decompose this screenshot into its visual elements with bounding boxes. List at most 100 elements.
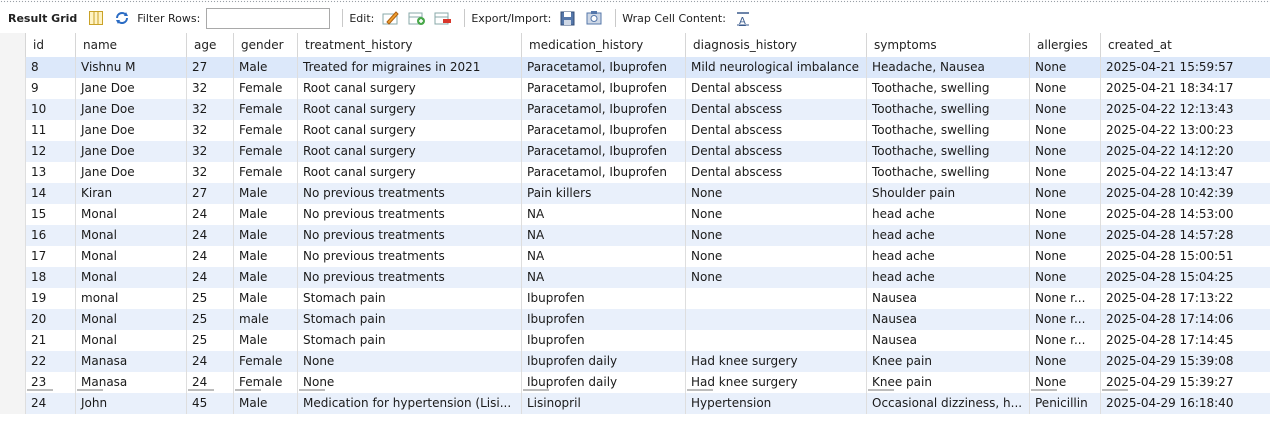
cell-allergies[interactable]: None xyxy=(1029,141,1100,162)
cell-allergies[interactable]: None xyxy=(1029,225,1100,246)
cell-allergies[interactable]: None xyxy=(1029,267,1100,288)
cell-allergies[interactable]: None r... xyxy=(1029,330,1100,351)
cell-created-at[interactable]: 2025-04-28 15:04:25 xyxy=(1100,267,1270,288)
table-row[interactable]: 20 Monal 25 male Stomach pain Ibuprofen Nausea… xyxy=(0,309,1270,330)
cell-medication-history[interactable]: Paracetamol, Ibuprofen xyxy=(521,120,685,141)
cell-id[interactable]: 16 xyxy=(25,225,75,246)
table-row[interactable]: 18 Monal 24 Male No previous treatments NA Non… xyxy=(0,267,1270,288)
table-row[interactable]: 19 monal 25 Male Stomach pain Ibuprofen Nausea… xyxy=(0,288,1270,309)
cell-allergies[interactable]: None xyxy=(1029,99,1100,120)
cell-age[interactable]: 25 xyxy=(186,309,233,330)
cell-created-at[interactable]: 2025-04-22 13:00:23 xyxy=(1100,120,1270,141)
cell-treatment-history[interactable]: Root canal surgery xyxy=(297,162,521,183)
cell-name[interactable]: Jane Doe xyxy=(75,78,186,99)
cell-allergies[interactable]: None xyxy=(1029,351,1100,372)
row-selector[interactable] xyxy=(0,162,26,183)
table-row[interactable]: 15 Monal 24 Male No previous treatments NA Non… xyxy=(0,204,1270,225)
cell-name[interactable]: monal xyxy=(75,288,186,309)
cell-treatment-history[interactable]: No previous treatments xyxy=(297,246,521,267)
cell-medication-history[interactable]: Lisinopril xyxy=(521,393,685,414)
cell-treatment-history[interactable]: Treated for migraines in 2021 xyxy=(297,57,521,78)
cell-age[interactable]: 25 xyxy=(186,288,233,309)
cell-treatment-history[interactable]: Stomach pain xyxy=(297,330,521,351)
cell-age[interactable]: 32 xyxy=(186,99,233,120)
row-selector[interactable] xyxy=(0,330,26,351)
cell-diagnosis-history[interactable]: None xyxy=(685,246,866,267)
table-row[interactable]: 13 Jane Doe 32 Female Root canal surgery Para… xyxy=(0,162,1270,183)
cell-gender[interactable]: Male xyxy=(233,267,297,288)
cell-symptoms[interactable]: Toothache, swelling xyxy=(866,78,1029,99)
column-header-symptoms[interactable]: symptoms xyxy=(866,33,1029,57)
column-header-medication-history[interactable]: medication_history xyxy=(521,33,685,57)
column-header-diagnosis-history[interactable]: diagnosis_history xyxy=(685,33,866,57)
cell-allergies[interactable]: None r... xyxy=(1029,288,1100,309)
cell-treatment-history[interactable]: No previous treatments xyxy=(297,267,521,288)
cell-age[interactable]: 24 xyxy=(186,225,233,246)
cell-symptoms[interactable]: Nausea xyxy=(866,288,1029,309)
cell-medication-history[interactable]: Paracetamol, Ibuprofen xyxy=(521,162,685,183)
cell-medication-history[interactable]: NA xyxy=(521,204,685,225)
cell-medication-history[interactable]: Ibuprofen xyxy=(521,330,685,351)
cell-created-at[interactable]: 2025-04-28 15:00:51 xyxy=(1100,246,1270,267)
grid-view-icon[interactable] xyxy=(85,7,107,29)
cell-id[interactable]: 12 xyxy=(25,141,75,162)
wrap-text-icon[interactable]: A xyxy=(732,7,754,29)
row-selector[interactable] xyxy=(0,120,26,141)
cell-name[interactable]: Monal xyxy=(75,246,186,267)
cell-gender[interactable]: Female xyxy=(233,120,297,141)
cell-name[interactable]: Jane Doe xyxy=(75,120,186,141)
cell-medication-history[interactable]: Paracetamol, Ibuprofen xyxy=(521,57,685,78)
cell-allergies[interactable]: None xyxy=(1029,120,1100,141)
row-selector[interactable] xyxy=(0,78,26,99)
cell-id[interactable]: 8 xyxy=(25,57,75,78)
row-selector[interactable] xyxy=(0,393,26,414)
cell-symptoms[interactable]: Knee pain xyxy=(866,351,1029,372)
cell-id[interactable]: 13 xyxy=(25,162,75,183)
cell-diagnosis-history[interactable]: Dental abscess xyxy=(685,99,866,120)
cell-allergies[interactable]: None xyxy=(1029,78,1100,99)
cell-name[interactable]: John xyxy=(75,393,186,414)
table-row[interactable]: 16 Monal 24 Male No previous treatments NA Non… xyxy=(0,225,1270,246)
column-header-age[interactable]: age xyxy=(186,33,233,57)
cell-gender[interactable]: Male xyxy=(233,225,297,246)
cell-name[interactable]: Monal xyxy=(75,309,186,330)
cell-name[interactable]: Monal xyxy=(75,225,186,246)
cell-allergies[interactable]: None xyxy=(1029,162,1100,183)
cell-gender[interactable]: Female xyxy=(233,78,297,99)
cell-name[interactable]: Jane Doe xyxy=(75,141,186,162)
cell-allergies[interactable]: Penicillin xyxy=(1029,393,1100,414)
cell-treatment-history[interactable]: Root canal surgery xyxy=(297,120,521,141)
cell-name[interactable]: Manasa xyxy=(75,351,186,372)
cell-diagnosis-history[interactable] xyxy=(685,288,866,309)
cell-id[interactable]: 24 xyxy=(25,393,75,414)
edit-row-icon[interactable] xyxy=(380,7,402,29)
cell-age[interactable]: 24 xyxy=(186,267,233,288)
cell-treatment-history[interactable]: None xyxy=(297,351,521,372)
cell-treatment-history[interactable]: No previous treatments xyxy=(297,183,521,204)
cell-created-at[interactable]: 2025-04-28 14:57:28 xyxy=(1100,225,1270,246)
cell-created-at[interactable]: 2025-04-29 15:39:08 xyxy=(1100,351,1270,372)
cell-name[interactable]: Kiran xyxy=(75,183,186,204)
cell-symptoms[interactable]: Nausea xyxy=(866,309,1029,330)
cell-medication-history[interactable]: Ibuprofen xyxy=(521,309,685,330)
cell-gender[interactable]: Female xyxy=(233,99,297,120)
cell-created-at[interactable]: 2025-04-22 14:12:20 xyxy=(1100,141,1270,162)
cell-medication-history[interactable]: NA xyxy=(521,267,685,288)
cell-diagnosis-history[interactable]: Dental abscess xyxy=(685,141,866,162)
column-header-allergies[interactable]: allergies xyxy=(1029,33,1100,57)
column-header-created-at[interactable]: created_at xyxy=(1100,33,1270,57)
cell-age[interactable]: 32 xyxy=(186,162,233,183)
cell-symptoms[interactable]: head ache xyxy=(866,267,1029,288)
cell-age[interactable]: 25 xyxy=(186,330,233,351)
add-row-icon[interactable] xyxy=(406,7,428,29)
row-selector[interactable] xyxy=(0,288,26,309)
cell-medication-history[interactable]: Ibuprofen daily xyxy=(521,351,685,372)
cell-medication-history[interactable]: Paracetamol, Ibuprofen xyxy=(521,141,685,162)
cell-name[interactable]: Jane Doe xyxy=(75,99,186,120)
filter-rows-input[interactable] xyxy=(206,7,331,29)
row-selector[interactable] xyxy=(0,204,26,225)
cell-symptoms[interactable]: Headache, Nausea xyxy=(866,57,1029,78)
cell-gender[interactable]: Male xyxy=(233,183,297,204)
cell-created-at[interactable]: 2025-04-29 16:18:40 xyxy=(1100,393,1270,414)
cell-symptoms[interactable]: Toothache, swelling xyxy=(866,99,1029,120)
